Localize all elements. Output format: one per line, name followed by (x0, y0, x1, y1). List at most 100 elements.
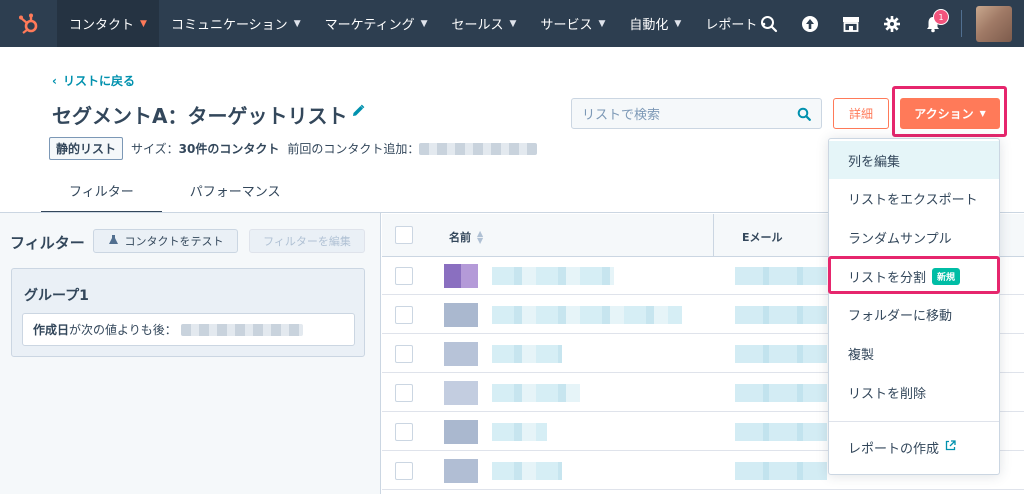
list-type-tag: 静的リスト (49, 137, 124, 160)
filter-panel-title: フィルター (10, 234, 85, 252)
avatar (444, 264, 478, 288)
upgrade-icon[interactable] (789, 0, 830, 47)
bell-icon[interactable]: 1 (912, 0, 953, 47)
user-avatar[interactable] (976, 6, 1012, 42)
filter-condition[interactable]: 作成日 が次の値よりも後： (22, 313, 355, 346)
menu-item-label: レポートの作成 (848, 441, 940, 457)
tab-performance[interactable]: パフォーマンス (162, 175, 309, 215)
condition-property: 作成日 (33, 323, 70, 337)
search-input[interactable]: リストで検索 (571, 98, 822, 129)
tab-filters[interactable]: フィルター (41, 175, 162, 215)
nav-sales[interactable]: セールス ▼ (440, 0, 529, 47)
column-header-name[interactable]: 名前 ▲ ▼ (449, 229, 483, 245)
nav-conversations[interactable]: コミュニケーション ▼ (159, 0, 313, 47)
redacted-name (492, 384, 580, 402)
nav-service[interactable]: サービス ▼ (528, 0, 617, 47)
notification-badge: 1 (933, 9, 949, 25)
menu-item-clone[interactable]: 複製 (829, 334, 999, 372)
details-button[interactable]: 詳細 (833, 98, 889, 129)
avatar (444, 303, 478, 327)
size-value: 30件のコンタクト (178, 142, 280, 156)
condition-operator: が次の値よりも後： (69, 323, 177, 337)
external-link-icon (945, 439, 956, 455)
chevron-down-icon: ▼ (293, 18, 301, 29)
filter-group-title: グループ1 (24, 288, 89, 304)
menu-item-create-report[interactable]: レポートの作成 (829, 428, 999, 466)
page-title: セグメントA：ターゲットリスト (52, 104, 348, 128)
redacted-email (735, 267, 827, 285)
actions-dropdown-menu: 列を編集 リストをエクスポート ランダムサンプル リストを分割 新規 フォルダー… (828, 138, 1000, 475)
redacted-email (735, 345, 827, 363)
menu-item-delete-list[interactable]: リストを削除 (829, 373, 999, 411)
nav-marketing[interactable]: マーケティング ▼ (313, 0, 440, 47)
gear-icon[interactable] (871, 0, 912, 47)
menu-item-label: 複製 (848, 347, 875, 363)
nav-icon-group: 1 (748, 0, 953, 47)
marketplace-icon[interactable] (830, 0, 871, 47)
flask-icon (108, 234, 119, 248)
back-to-lists-link[interactable]: ‹ リストに戻る (52, 72, 135, 89)
row-checkbox[interactable] (395, 306, 413, 324)
chevron-down-icon: ▼ (598, 18, 606, 29)
column-header-email[interactable]: Eメール (742, 229, 783, 245)
last-added-label: 前回のコンタクト追加： (287, 142, 420, 156)
chevron-down-icon: ▼ (420, 18, 428, 29)
chevron-left-icon: ‹ (52, 73, 57, 88)
redacted-name (492, 423, 547, 441)
row-checkbox[interactable] (395, 345, 413, 363)
menu-item-label: リストをエクスポート (848, 192, 978, 208)
row-checkbox[interactable] (395, 384, 413, 402)
select-all-checkbox[interactable] (395, 226, 413, 244)
nav-label: セールス (451, 18, 504, 33)
pencil-icon[interactable] (351, 104, 365, 122)
row-checkbox[interactable] (395, 423, 413, 441)
menu-item-label: 列を編集 (848, 154, 901, 170)
nav-label: マーケティング (324, 18, 415, 33)
nav-label: サービス (540, 18, 593, 33)
menu-item-label: リストを削除 (848, 386, 927, 402)
sort-icon: ▲ ▼ (477, 229, 484, 245)
menu-divider (829, 421, 999, 422)
highlight-split-list-box (828, 256, 1000, 294)
avatar (444, 342, 478, 366)
chevron-down-icon: ▼ (140, 18, 147, 29)
menu-item-move-to-folder[interactable]: フォルダーに移動 (829, 295, 999, 333)
menu-item-random-sample[interactable]: ランダムサンプル (829, 218, 999, 256)
tab-bar: フィルター パフォーマンス (41, 175, 309, 215)
column-name-label: 名前 (449, 231, 471, 244)
column-divider (713, 214, 714, 257)
redacted-name (492, 306, 682, 324)
menu-item-label: フォルダーに移動 (848, 308, 953, 324)
redacted-name (492, 462, 562, 480)
highlight-actions-box (892, 86, 1007, 137)
redacted-email (735, 423, 827, 441)
nav-label: 自動化 (629, 18, 669, 33)
avatar (444, 420, 478, 444)
chevron-down-icon: ▼ (674, 18, 682, 29)
redacted-email (735, 462, 827, 480)
redacted-name (492, 345, 562, 363)
menu-item-edit-columns[interactable]: 列を編集 (829, 141, 999, 179)
search-icon[interactable] (797, 107, 811, 125)
edit-filters-button[interactable]: フィルターを編集 (249, 229, 365, 253)
redacted-date (419, 142, 538, 155)
hubspot-logo-icon[interactable] (0, 0, 57, 47)
nav-contacts[interactable]: コンタクト ▼ (57, 0, 159, 47)
redacted-value (180, 323, 303, 336)
avatar (444, 459, 478, 483)
list-meta: 静的リスト サイズ： 30件のコンタクト 前回のコンタクト追加： (49, 137, 538, 160)
nav-automation[interactable]: 自動化 ▼ (617, 0, 693, 47)
menu-item-export-list[interactable]: リストをエクスポート (829, 179, 999, 217)
back-link-label: リストに戻る (62, 74, 135, 88)
search-placeholder: リストで検索 (582, 108, 661, 123)
top-navigation: コンタクト ▼ コミュニケーション ▼ マーケティング ▼ セールス ▼ サービス ▼ 自… (0, 0, 1024, 47)
chevron-down-icon: ▼ (509, 18, 517, 29)
redacted-email (735, 384, 827, 402)
row-checkbox[interactable] (395, 267, 413, 285)
test-contact-button[interactable]: コンタクトをテスト (93, 229, 238, 253)
test-contact-label: コンタクトをテスト (124, 235, 224, 248)
nav-divider (961, 10, 962, 37)
search-icon[interactable] (748, 0, 789, 47)
row-checkbox[interactable] (395, 462, 413, 480)
size-label: サイズ： (131, 142, 179, 156)
